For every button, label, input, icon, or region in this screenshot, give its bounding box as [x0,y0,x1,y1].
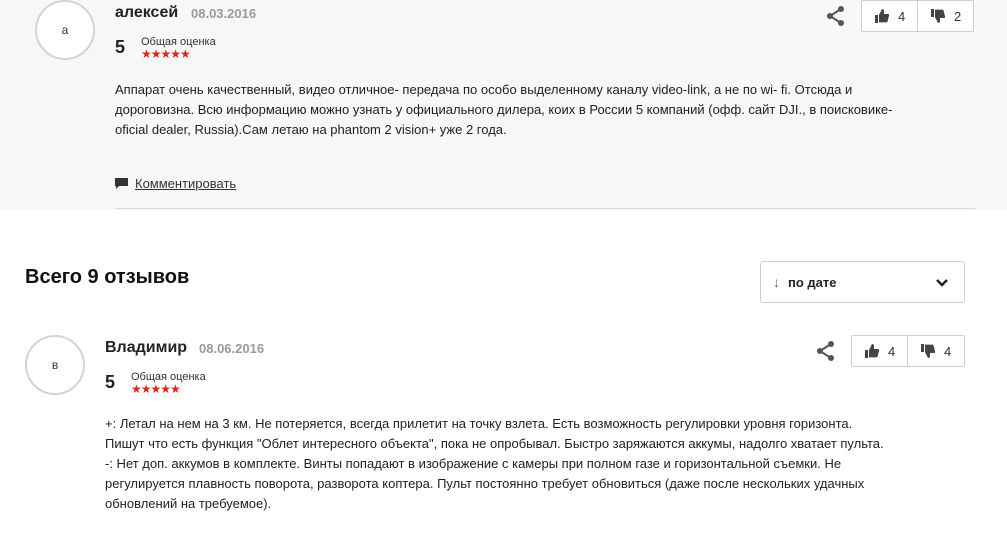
thumbs-down-icon [921,344,936,358]
thumbs-up-icon [865,344,880,358]
rating-stars: ★★★★★ [141,47,191,61]
chevron-down-icon [936,279,948,287]
review-author: алексей [115,4,179,21]
avatar-letter: а [61,23,69,37]
review-score: 5 [105,372,116,392]
comment-label: Комментировать [135,176,237,191]
reviews-heading: Всего 9 отзывов [25,266,190,288]
like-count: 4 [898,8,906,24]
rating-stars: ★★★★★ [131,382,181,396]
dislike-count: 2 [954,8,962,24]
comment-link[interactable]: Комментировать [115,176,236,191]
like-button[interactable]: 4 [852,336,907,366]
like-count: 4 [888,343,896,359]
sort-arrow-icon: ↓ [773,274,780,290]
review-date: 08.03.2016 [191,6,257,21]
dislike-button[interactable]: 2 [917,1,973,31]
vote-group: 4 4 [851,335,965,367]
thumbs-up-icon [875,9,890,23]
divider [115,208,975,209]
review-text: Аппарат очень качественный, видео отличн… [115,82,893,137]
review-score: 5 [115,37,126,57]
thumbs-down-icon [931,9,946,23]
sort-dropdown[interactable]: ↓ по дате [760,261,965,303]
share-icon[interactable] [825,5,847,27]
dislike-count: 4 [944,343,952,359]
vote-group: 4 2 [861,0,974,32]
share-icon[interactable] [815,340,837,362]
avatar: а [35,0,95,60]
avatar: в [25,335,85,395]
like-button[interactable]: 4 [862,1,917,31]
comment-icon [115,178,128,189]
avatar-letter: в [51,358,59,372]
dislike-button[interactable]: 4 [907,336,964,366]
sort-label: по дате [788,274,837,290]
review-text: +: Летал на нем на 3 км. Не потеряется, … [105,416,884,511]
review-author: Владимир [105,339,188,356]
review-date: 08.06.2016 [199,341,265,356]
